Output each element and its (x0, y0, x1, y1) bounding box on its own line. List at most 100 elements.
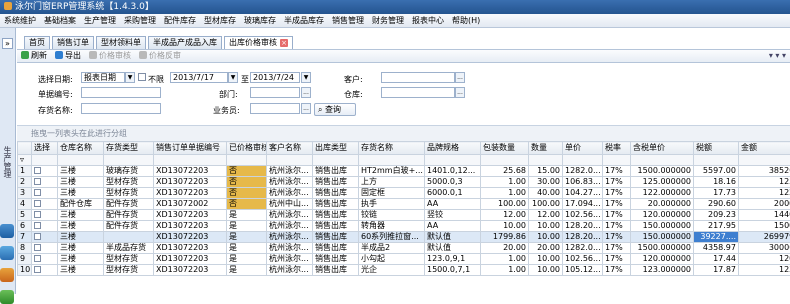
table-row[interactable]: 6三楼配件存货XD13072203是杭州泳尔...销售出库转角器AA10.001… (18, 221, 790, 232)
menu-item-production[interactable]: 生产管理 (80, 14, 120, 28)
table-cell[interactable]: 杭州泳尔... (267, 254, 313, 265)
filter-cell[interactable] (267, 155, 313, 166)
table-cell[interactable]: 三楼 (58, 243, 104, 254)
sidebar-module-label[interactable]: 生产管理 (2, 146, 13, 178)
row-select-checkbox[interactable] (34, 266, 41, 273)
table-cell[interactable]: 102.56... (563, 210, 603, 221)
date-to-calendar-icon[interactable]: ▼ (301, 72, 311, 83)
column-header-pack-qty[interactable]: 包装数量 (481, 142, 529, 155)
table-cell[interactable]: 杭州泳尔... (267, 221, 313, 232)
table-row[interactable]: 8三楼半成品存货XD13072203是杭州泳尔...销售出库半成品2默认值20.… (18, 243, 790, 254)
table-row[interactable]: 7三楼XD13072203是杭州泳尔...销售出库60系列推拉窗...默认值17… (18, 232, 790, 243)
table-cell[interactable]: AA (425, 221, 481, 232)
table-cell[interactable]: 17% (603, 199, 631, 210)
table-cell[interactable]: 1500.0,7,1 (425, 265, 481, 276)
table-cell[interactable]: 2000.00 (739, 199, 790, 210)
table-cell[interactable]: 106.83... (563, 177, 603, 188)
table-cell[interactable]: 105.12... (563, 265, 603, 276)
table-cell[interactable]: 配件存货 (104, 221, 154, 232)
filter-cell[interactable] (631, 155, 694, 166)
table-cell[interactable]: 半成品存货 (104, 243, 154, 254)
table-cell[interactable]: 10.00 (481, 221, 529, 232)
table-cell[interactable]: 102.56... (563, 254, 603, 265)
toolbar-right-icons[interactable]: ▾ ▾ ▾ (769, 51, 786, 60)
row-number[interactable]: 10 (18, 265, 32, 276)
table-cell[interactable]: 销售出库 (313, 188, 359, 199)
table-cell[interactable]: 否 (227, 199, 267, 210)
table-cell[interactable]: 三楼 (58, 188, 104, 199)
table-cell[interactable]: 三楼 (58, 210, 104, 221)
unlimited-checkbox[interactable] (138, 73, 146, 81)
table-cell[interactable]: 18.16 (694, 177, 739, 188)
table-cell[interactable]: 配件仓库 (58, 199, 104, 210)
row-select-checkbox[interactable] (34, 255, 41, 262)
column-header-audited[interactable]: 已价格审核 (227, 142, 267, 155)
row-select-checkbox[interactable] (34, 200, 41, 207)
filter-cell[interactable] (563, 155, 603, 166)
table-cell[interactable]: 20.00 (481, 243, 529, 254)
row-number[interactable]: 1 (18, 166, 32, 177)
table-cell[interactable]: XD13072203 (154, 188, 227, 199)
table-cell[interactable]: 是 (227, 210, 267, 221)
row-select-checkbox[interactable] (34, 211, 41, 218)
row-select-cell[interactable] (32, 199, 58, 210)
row-number[interactable]: 4 (18, 199, 32, 210)
table-cell[interactable]: 123.000000 (631, 265, 694, 276)
table-cell[interactable]: 40.00 (529, 188, 563, 199)
table-cell[interactable]: 5597.00 (694, 166, 739, 177)
row-select-checkbox[interactable] (34, 178, 41, 185)
row-select-cell[interactable] (32, 166, 58, 177)
table-cell[interactable]: 17% (603, 265, 631, 276)
filter-cell[interactable] (58, 155, 104, 166)
row-select-checkbox[interactable] (34, 167, 41, 174)
table-cell[interactable]: 否 (227, 188, 267, 199)
table-cell[interactable]: 20.000000 (631, 199, 694, 210)
table-cell[interactable]: 122.00 (739, 188, 790, 199)
table-cell[interactable]: 销售出库 (313, 177, 359, 188)
table-cell[interactable]: 25.68 (481, 166, 529, 177)
table-cell[interactable]: 销售出库 (313, 243, 359, 254)
table-cell[interactable]: 123.00 (739, 265, 790, 276)
customer-input[interactable] (381, 72, 455, 83)
table-cell[interactable]: 三楼 (58, 166, 104, 177)
filter-cell[interactable] (359, 155, 425, 166)
table-cell[interactable]: 1401.0,12... (425, 166, 481, 177)
table-cell[interactable]: 销售出库 (313, 232, 359, 243)
column-header-order-no[interactable]: 销售订单单据编号 (154, 142, 227, 155)
column-header-spec[interactable]: 品牌规格 (425, 142, 481, 155)
filter-cell[interactable] (227, 155, 267, 166)
table-cell[interactable]: 1.00 (481, 188, 529, 199)
table-cell[interactable]: XD13072203 (154, 243, 227, 254)
table-cell[interactable]: 1500.000000 (631, 166, 694, 177)
table-cell[interactable]: 杭州泳尔... (267, 232, 313, 243)
table-cell[interactable]: 型材存货 (104, 254, 154, 265)
table-cell[interactable]: XD13072203 (154, 221, 227, 232)
query-button[interactable]: ⌕ 查询 (314, 103, 356, 116)
table-cell[interactable]: 30.00 (529, 177, 563, 188)
table-cell[interactable]: 17% (603, 210, 631, 221)
table-cell[interactable]: 120.00 (739, 254, 790, 265)
table-cell[interactable]: 型材存货 (104, 265, 154, 276)
price-audit-button[interactable]: 价格审核 (85, 50, 135, 62)
row-number[interactable]: 2 (18, 177, 32, 188)
warehouse-input[interactable] (381, 87, 455, 98)
row-select-checkbox[interactable] (34, 222, 41, 229)
table-cell[interactable]: 17% (603, 166, 631, 177)
table-cell[interactable]: 杭州泳尔... (267, 243, 313, 254)
table-cell[interactable]: 209.23 (694, 210, 739, 221)
menu-item-finance[interactable]: 财务管理 (368, 14, 408, 28)
table-cell[interactable]: 10.00 (529, 254, 563, 265)
close-tab-icon[interactable]: × (280, 39, 288, 47)
row-number[interactable]: 6 (18, 221, 32, 232)
table-cell[interactable]: 100.00 (481, 199, 529, 210)
table-row[interactable]: 10三楼型材存货XD13072203是杭州泳尔...销售出库光企1500.0,7… (18, 265, 790, 276)
row-select-checkbox[interactable] (34, 244, 41, 251)
table-cell[interactable]: 269979.00 (739, 232, 790, 243)
menu-item-profile-stock[interactable]: 型材库存 (200, 14, 240, 28)
column-header-warehouse[interactable]: 仓库名称 (58, 142, 104, 155)
table-cell[interactable]: 1440.00 (739, 210, 790, 221)
table-cell[interactable]: 铰链 (359, 210, 425, 221)
filter-cell[interactable] (529, 155, 563, 166)
collapse-sidebar-button[interactable]: » (2, 38, 13, 49)
table-cell[interactable]: 杭州泳尔... (267, 210, 313, 221)
